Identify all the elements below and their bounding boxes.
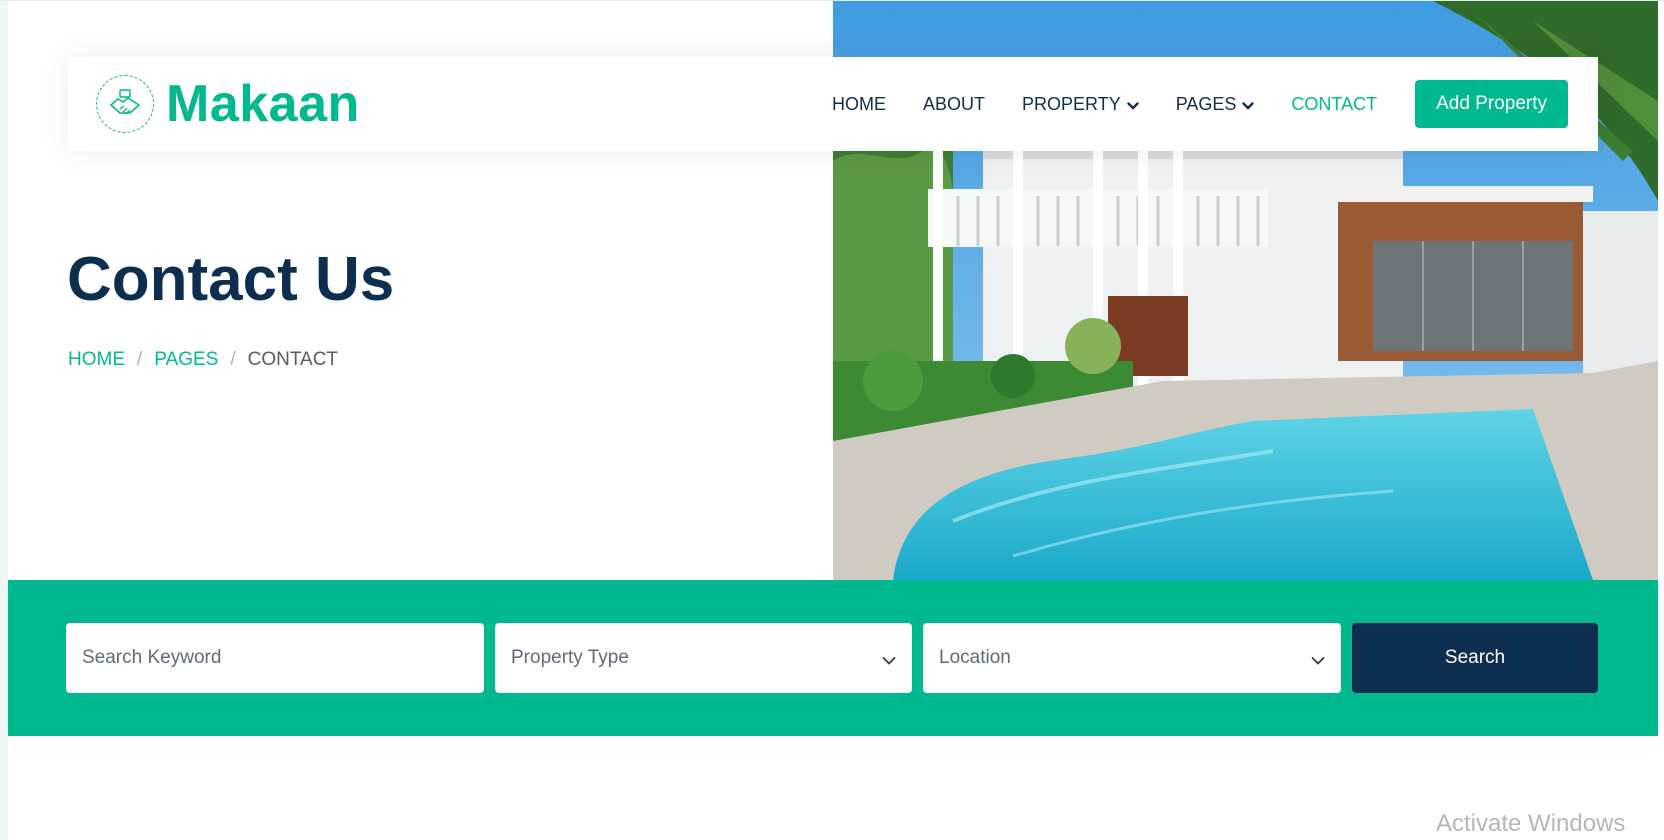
breadcrumb-current: CONTACT xyxy=(247,349,339,370)
location-select[interactable]: Location xyxy=(923,623,1341,693)
breadcrumb-separator: / xyxy=(230,349,236,370)
breadcrumb-separator: / xyxy=(137,349,143,370)
handshake-logo-icon xyxy=(96,75,154,133)
search-keyword-placeholder: Search Keyword xyxy=(82,647,222,668)
activate-windows-watermark: Activate Windows xyxy=(1436,810,1626,837)
breadcrumb-pages-link[interactable]: PAGES xyxy=(154,349,218,371)
nav-item-contact[interactable]: CONTACT xyxy=(1291,94,1377,115)
chevron-down-icon xyxy=(882,650,896,672)
nav-item-label: CONTACT xyxy=(1291,93,1378,114)
page-title: Contact Us xyxy=(67,245,395,314)
nav-item-label: PAGES xyxy=(1175,93,1237,114)
search-button[interactable]: Search xyxy=(1352,623,1598,693)
brand-name: Makaan xyxy=(166,75,360,133)
nav-item-property[interactable]: PROPERTY xyxy=(1022,94,1139,115)
chevron-down-icon xyxy=(1311,650,1325,672)
nav-item-label: HOME xyxy=(832,93,886,114)
chevron-down-icon xyxy=(1242,94,1255,115)
nav-item-home[interactable]: HOME xyxy=(832,94,886,115)
location-value: Location xyxy=(939,647,1011,668)
nav-menu: HOME ABOUT PROPERTY PAGES CONTACT Add Pr… xyxy=(795,57,1568,151)
nav-item-label: ABOUT xyxy=(923,93,986,114)
nav-item-pages[interactable]: PAGES xyxy=(1176,94,1255,115)
nav-item-about[interactable]: ABOUT xyxy=(923,94,985,115)
chevron-down-icon xyxy=(1127,94,1139,115)
brand[interactable]: Makaan xyxy=(96,74,360,134)
add-property-button[interactable]: Add Property xyxy=(1415,80,1568,128)
breadcrumb-home-link[interactable]: HOME xyxy=(68,349,125,371)
search-keyword-input[interactable]: Search Keyword xyxy=(66,623,484,693)
property-type-value: Property Type xyxy=(511,647,629,668)
page-left-edge xyxy=(0,0,8,840)
main-navbar: Makaan HOME ABOUT PROPERTY PAGES CONTACT… xyxy=(68,57,1598,151)
breadcrumb: HOME / PAGES / CONTACT xyxy=(68,349,338,371)
nav-item-label: PROPERTY xyxy=(1022,93,1121,114)
property-type-select[interactable]: Property Type xyxy=(495,623,912,693)
search-bar-section: Search Keyword Property Type Location Se… xyxy=(8,580,1658,736)
